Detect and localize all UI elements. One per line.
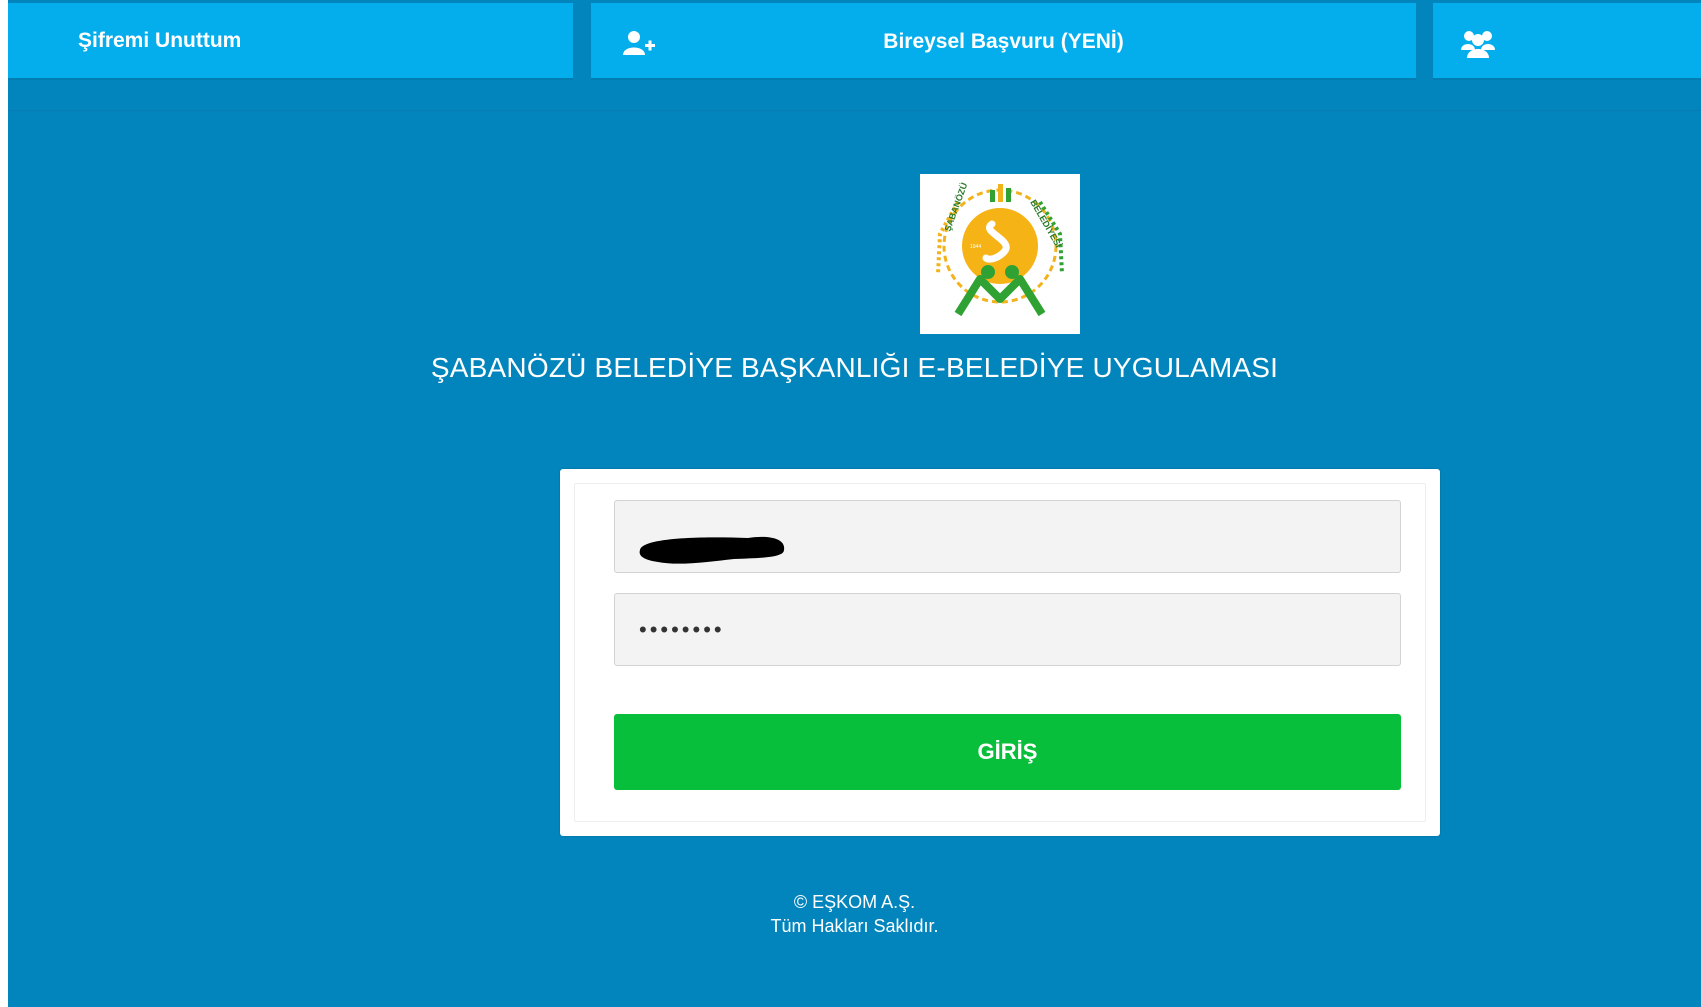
password-input[interactable]: [614, 593, 1401, 666]
rights-text: Tüm Hakları Saklıdır.: [770, 916, 939, 936]
page-title: ŞABANÖZÜ BELEDİYE BAŞKANLIĞI E-BELEDİYE …: [430, 352, 1279, 383]
municipality-logo: 1944 ŞABANÖZÜ BELEDİYESİ: [920, 174, 1080, 334]
logo-year: 1944: [970, 244, 981, 250]
login-button[interactable]: GİRİŞ: [614, 714, 1401, 790]
top-navigation: Şifremi Unuttum Bireysel Başvuru (YENİ): [8, 0, 1701, 80]
header-divider: [8, 110, 1701, 111]
redaction-mark: [639, 536, 785, 564]
page: Şifremi Unuttum Bireysel Başvuru (YENİ): [8, 0, 1701, 1007]
copyright-text: © EŞKOM A.Ş.: [793, 892, 916, 912]
individual-application-button[interactable]: Bireysel Başvuru (YENİ): [591, 3, 1416, 78]
forgot-password-label: Şifremi Unuttum: [78, 28, 242, 52]
group-button[interactable]: [1433, 3, 1701, 78]
footer: © EŞKOM A.Ş. Tüm Hakları Saklıdır.: [8, 890, 1701, 938]
individual-application-label: Bireysel Başvuru (YENİ): [883, 30, 1124, 53]
forgot-password-button[interactable]: Şifremi Unuttum: [8, 3, 573, 78]
users-icon: [1461, 28, 1495, 64]
